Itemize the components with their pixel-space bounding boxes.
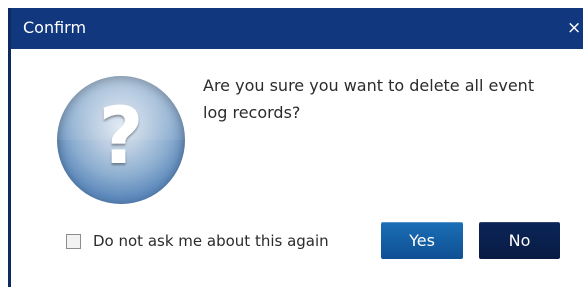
dialog-title: Confirm — [23, 18, 87, 37]
confirmation-message: Are you sure you want to delete all even… — [203, 76, 535, 122]
question-mark-glyph: ? — [98, 92, 144, 182]
yes-button[interactable]: Yes — [381, 222, 463, 259]
no-button[interactable]: No — [479, 222, 560, 259]
close-icon[interactable]: × — [567, 19, 583, 37]
title-bar: Confirm × — [11, 8, 583, 49]
dont-ask-again-label[interactable]: Do not ask me about this again — [93, 232, 329, 250]
question-icon: ? — [57, 76, 185, 204]
dont-ask-again-checkbox[interactable] — [66, 234, 81, 249]
confirm-dialog: Confirm × ? Are you sure you want to del… — [8, 8, 583, 287]
